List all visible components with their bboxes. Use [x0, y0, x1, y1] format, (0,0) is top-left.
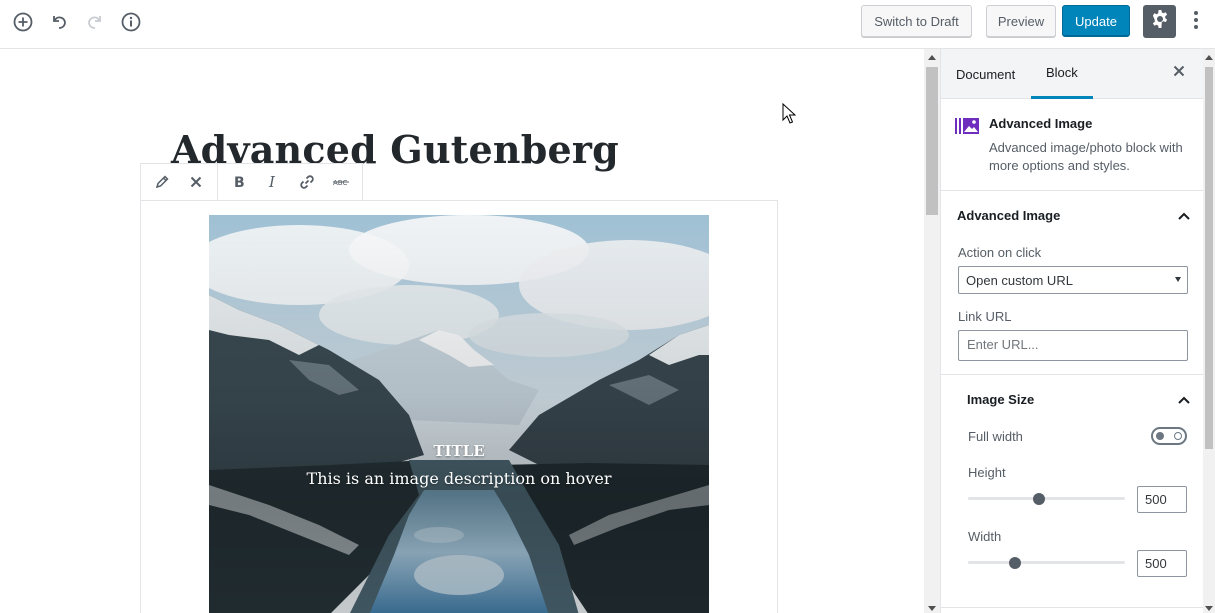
width-number-input[interactable]: 500 — [1137, 550, 1187, 577]
close-sidebar-button[interactable] — [1169, 63, 1189, 83]
chevron-up-icon — [1178, 208, 1190, 223]
svg-text:B: B — [234, 175, 245, 190]
strikethrough-icon[interactable]: ABC — [324, 164, 358, 200]
scroll-up-arrow-icon[interactable] — [928, 55, 936, 60]
settings-button[interactable] — [1143, 5, 1176, 38]
gear-icon — [1150, 9, 1170, 34]
block-card: Advanced Image Advanced image/photo bloc… — [941, 99, 1203, 191]
link-url-label: Link URL — [958, 309, 1012, 324]
panel-title: Advanced Image — [957, 207, 1061, 223]
bold-icon[interactable]: B — [222, 164, 256, 200]
panel-image-size-toggle[interactable]: Image Size — [941, 375, 1203, 423]
sidebar-scrollbar-thumb[interactable] — [1205, 67, 1213, 449]
editor-header: Switch to Draft Preview Update — [0, 0, 1215, 49]
redo-icon[interactable] — [82, 9, 108, 35]
height-slider-track[interactable] — [968, 497, 1125, 500]
switch-to-draft-button[interactable]: Switch to Draft — [861, 5, 972, 37]
close-icon — [1173, 64, 1185, 82]
preview-button[interactable]: Preview — [986, 5, 1056, 37]
svg-text:ABC: ABC — [333, 179, 347, 187]
more-vertical-icon — [1193, 10, 1199, 35]
editor-scrollbar[interactable] — [924, 49, 940, 613]
mouse-pointer-icon — [782, 102, 797, 130]
info-icon[interactable] — [118, 9, 144, 35]
panel-title: Image Size — [967, 391, 1035, 407]
image-overlay-title: TITLE — [433, 442, 485, 460]
settings-sidebar: Document Block Advanced Image Advanced i… — [940, 49, 1203, 613]
svg-text:I: I — [268, 174, 276, 190]
block-name: Advanced Image — [989, 116, 1093, 131]
sidebar-scrollbar[interactable] — [1203, 49, 1215, 613]
image-overlay-description: This is an image description on hover — [306, 469, 612, 488]
select-value: Open custom URL — [966, 272, 1073, 288]
toolbar-group-edit — [141, 164, 218, 200]
scroll-up-arrow-icon[interactable] — [1205, 55, 1213, 60]
chevron-up-icon — [1178, 392, 1190, 407]
full-width-toggle[interactable] — [1151, 427, 1187, 445]
close-icon[interactable] — [179, 164, 213, 200]
link-icon[interactable] — [290, 164, 324, 200]
action-on-click-label: Action on click — [958, 245, 1042, 260]
action-on-click-select[interactable]: Open custom URL — [958, 266, 1188, 294]
block-description: Advanced image/photo block with more opt… — [989, 140, 1183, 173]
sidebar-tabs: Document Block — [941, 49, 1203, 99]
height-label: Height — [968, 465, 1006, 480]
editor-scrollbar-thumb[interactable] — [926, 67, 938, 215]
scroll-down-arrow-icon[interactable] — [928, 606, 936, 611]
width-slider-thumb[interactable] — [1009, 557, 1021, 569]
italic-icon[interactable]: I — [256, 164, 290, 200]
height-number-input[interactable]: 500 — [1137, 486, 1187, 513]
panel-advanced-image-toggle[interactable]: Advanced Image — [941, 191, 1203, 239]
advanced-image-block-icon — [955, 116, 979, 141]
pencil-icon[interactable] — [145, 164, 179, 200]
editor-canvas: Advanced Gutenberg B I ABC TITLE This is… — [0, 49, 924, 613]
panel-divider — [941, 607, 1203, 608]
toggle-off-indicator-icon — [1174, 432, 1182, 440]
full-width-label: Full width — [968, 429, 1023, 444]
width-label: Width — [968, 529, 1002, 544]
tab-document[interactable]: Document — [941, 49, 1030, 99]
link-url-input[interactable]: Enter URL... — [958, 330, 1188, 361]
undo-icon[interactable] — [46, 9, 72, 35]
mountain-lake-image[interactable]: TITLE This is an image description on ho… — [209, 215, 709, 613]
toggle-knob — [1156, 432, 1164, 440]
block-toolbar: B I ABC — [140, 163, 363, 201]
width-slider-track[interactable] — [968, 561, 1125, 564]
add-block-icon[interactable] — [10, 9, 36, 35]
more-options-button[interactable] — [1186, 9, 1206, 35]
toolbar-group-format: B I ABC — [218, 164, 362, 200]
scroll-down-arrow-icon[interactable] — [1205, 606, 1213, 611]
height-slider-thumb[interactable] — [1033, 493, 1045, 505]
update-button[interactable]: Update — [1062, 5, 1130, 37]
tab-block[interactable]: Block — [1031, 49, 1093, 99]
chevron-down-icon — [1175, 277, 1181, 282]
